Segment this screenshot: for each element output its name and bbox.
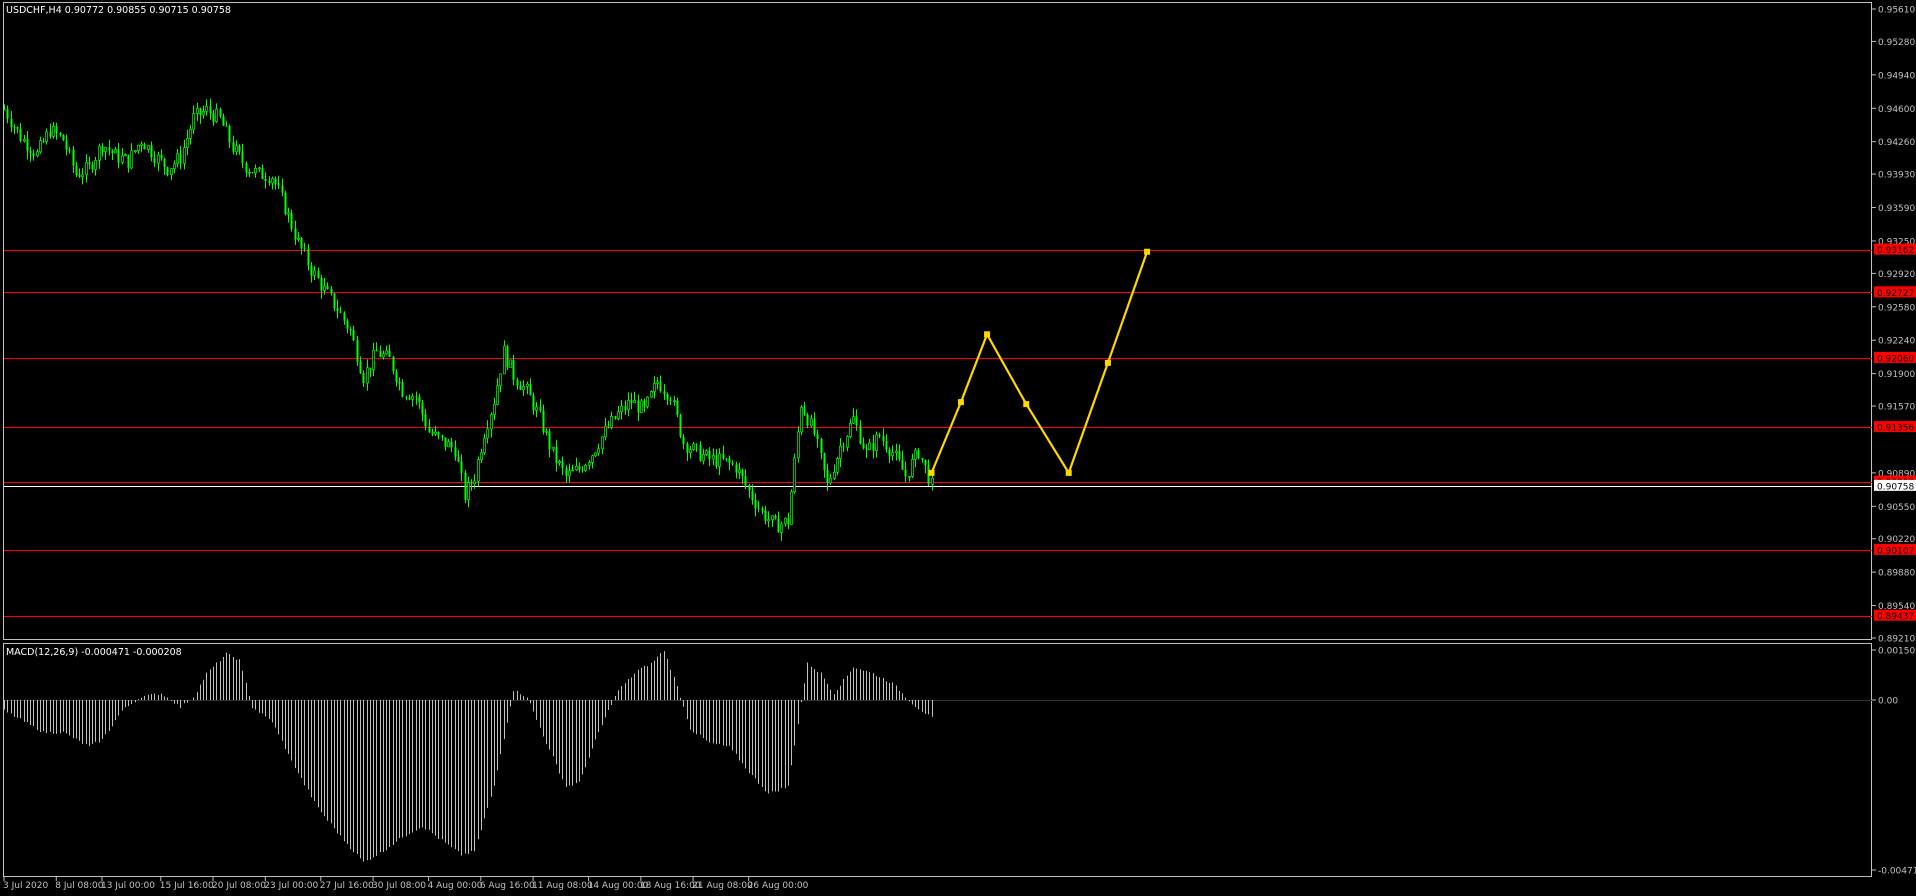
level-tag-6: 0.90107 [1874,543,1916,556]
candle [646,396,649,409]
svg-text:0.89437: 0.89437 [1877,612,1914,622]
time-tick-label: 3 Jul 2020 [3,881,48,891]
current-price-tag: 0.90758 [1874,479,1916,492]
projection-point-3[interactable] [984,331,991,338]
price-tick-label: 0.90220 [1878,535,1915,545]
time-tick-label: 4 Aug 00:00 [428,881,483,891]
price-tick-label: 0.95610 [1878,6,1915,16]
time-tick-label: 11 Aug 08:00 [532,881,593,891]
candle [640,398,643,413]
time-tick-label: 8 Jul 08:00 [55,881,104,891]
projection-point-2[interactable] [957,399,964,406]
time-tick-label: 13 Jul 00:00 [101,881,155,891]
candle [790,489,793,525]
macd-tick-label: 0.00 [1878,697,1898,707]
level-tag-3: 0.92060 [1874,351,1916,364]
candle [800,405,803,436]
price-tick-label: 0.93590 [1878,204,1915,214]
time-axis: 3 Jul 2020 8 Jul 08:0013 Jul 00:00 15 Jul … [3,877,809,891]
price-tick-label: 0.94260 [1878,138,1915,148]
price-tick-label: 0.89880 [1878,569,1915,579]
svg-text:0.93162: 0.93162 [1877,246,1914,256]
macd-tick-label: 0.001509 [1878,647,1916,657]
price-tick-label: 0.92580 [1878,303,1915,313]
main-price-panel[interactable] [3,2,1872,640]
time-tick-label: 6 Aug 16:00 [480,881,535,891]
projection-point-1[interactable] [928,469,935,476]
price-tick-label: 0.91570 [1878,403,1915,413]
macd-axis: 0.001509 0.00 -0.004718 [1872,647,1916,877]
candle [356,335,359,366]
time-tick-label: 26 Aug 00:00 [748,881,809,891]
level-tag-1: 0.93162 [1874,243,1916,256]
time-tick-label: 15 Jul 16:00 [160,881,214,891]
candle [290,209,293,232]
price-tick-label: 0.95280 [1878,38,1915,48]
candle [679,413,682,439]
symbol-header: USDCHF,H4 0.90772 0.90855 0.90715 0.9075… [6,5,231,16]
candle [584,463,587,472]
candle [62,134,65,141]
level-tag-2: 0.92727 [1874,286,1916,299]
projection-point-4[interactable] [1023,401,1030,408]
candle [836,456,839,476]
price-tick-label: 0.92240 [1878,337,1915,347]
svg-text:0.90758: 0.90758 [1877,482,1914,492]
level-price-tags: 0.931620.927270.920600.913560.908020.901… [1874,243,1916,622]
time-tick-label: 30 Jul 08:00 [372,881,426,891]
price-tick-label: 0.91900 [1878,370,1915,380]
trading-chart[interactable]: 0.95610 0.95280 0.94940 0.94600 0.94260 0.939… [0,0,1916,896]
time-tick-label: 21 Aug 08:00 [692,881,753,891]
level-tag-7: 0.89437 [1874,609,1916,622]
candle [650,390,653,399]
svg-text:0.92727: 0.92727 [1877,289,1914,299]
candle [793,453,796,494]
time-tick-label: 20 Jul 08:00 [212,881,266,891]
price-tick-label: 0.94940 [1878,71,1915,81]
candle [284,190,287,216]
candle [506,344,509,371]
time-tick-label: 27 Jul 16:00 [320,881,374,891]
price-tick-label: 0.90550 [1878,503,1915,513]
price-tick-label: 0.92920 [1878,270,1915,280]
time-tick-label: 23 Jul 00:00 [264,881,318,891]
level-tag-4: 0.91356 [1874,421,1916,434]
macd-panel[interactable] [3,643,1872,877]
macd-tick-label: -0.004718 [1878,867,1916,877]
svg-text:0.91356: 0.91356 [1877,424,1914,434]
candle [464,470,467,504]
candle [509,359,512,368]
macd-header: MACD(12,26,9) -0.000471 -0.000208 [6,647,182,658]
projection-point-7[interactable] [1144,248,1151,255]
projection-point-5[interactable] [1065,469,1072,476]
svg-text:0.92060: 0.92060 [1877,354,1914,364]
projection-point-6[interactable] [1104,359,1111,366]
price-tick-label: 0.93930 [1878,171,1915,181]
price-tick-label: 0.94600 [1878,105,1915,115]
price-tick-label: 0.89210 [1878,635,1915,645]
svg-text:0.90107: 0.90107 [1877,546,1914,556]
